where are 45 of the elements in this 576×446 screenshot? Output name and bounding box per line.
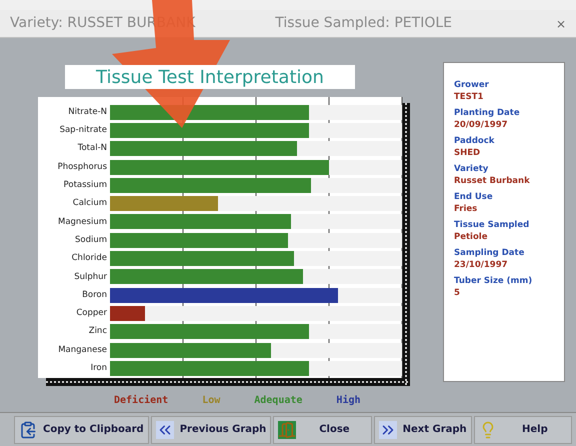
nutrient-label: Sulphur: [73, 272, 108, 282]
nutrient-label: Zinc: [88, 327, 108, 336]
info-label: Paddock: [454, 135, 496, 147]
nutrient-label: Potassium: [62, 181, 108, 190]
nutrient-label: Copper: [75, 309, 108, 318]
chart-title: Tissue Test Interpretation: [65, 65, 355, 89]
nutrient-label: Iron: [90, 364, 108, 373]
info-value: Fries: [454, 203, 478, 215]
info-label: End Use: [454, 191, 494, 203]
info-label: Tuber Size (mm): [454, 275, 534, 287]
close-button[interactable]: ×: [556, 14, 566, 32]
nutrient-label: Chloride: [70, 254, 108, 263]
nutrient-label: Boron: [81, 290, 108, 300]
info-value: Petiole: [454, 231, 488, 243]
legend-label: Low: [202, 394, 220, 408]
info-value: 20/09/1997: [454, 119, 509, 131]
info-label: Variety: [454, 163, 490, 175]
nutrient-label: Magnesium: [56, 218, 108, 226]
nutrient-label: Manganese: [57, 346, 108, 354]
nutrient-label: Phosphorus: [56, 162, 108, 172]
legend-label: Adequate: [254, 394, 302, 408]
legend-label: Deficient: [114, 394, 168, 408]
nutrient-label: Nitrate-N: [67, 108, 108, 116]
toolbar-button[interactable]: Help: [474, 416, 572, 444]
info-value: Russet Burbank: [454, 175, 531, 187]
nutrient-label: Sap-nitrate: [58, 126, 108, 135]
legend-label: High: [336, 394, 361, 408]
nutrient-label: Sodium: [74, 236, 108, 244]
nutrient-label: Total-N: [76, 144, 108, 153]
toolbar-button[interactable]: Previous Graph: [150, 416, 272, 444]
toolbar-button[interactable]: Close: [273, 416, 372, 444]
toolbar-button[interactable]: Copy to Clipboard: [14, 416, 149, 444]
info-value: SHED: [454, 147, 482, 159]
info-label: Tissue Sampled: [454, 219, 530, 231]
door-icon: [278, 420, 296, 438]
clipboard-icon: [19, 420, 37, 438]
info-label: Planting Date: [454, 107, 521, 119]
toolbar-button[interactable]: Next Graph: [374, 416, 472, 444]
info-label: Sampling Date: [454, 247, 526, 259]
window-subtitle: Tissue Sampled: PETIOLE: [275, 14, 452, 33]
info-label: Grower: [454, 79, 490, 91]
info-value: TEST1: [454, 91, 484, 103]
info-value: 23/10/1997: [454, 259, 509, 271]
info-value: 5: [454, 287, 461, 299]
nutrient-label: Calcium: [72, 199, 108, 208]
